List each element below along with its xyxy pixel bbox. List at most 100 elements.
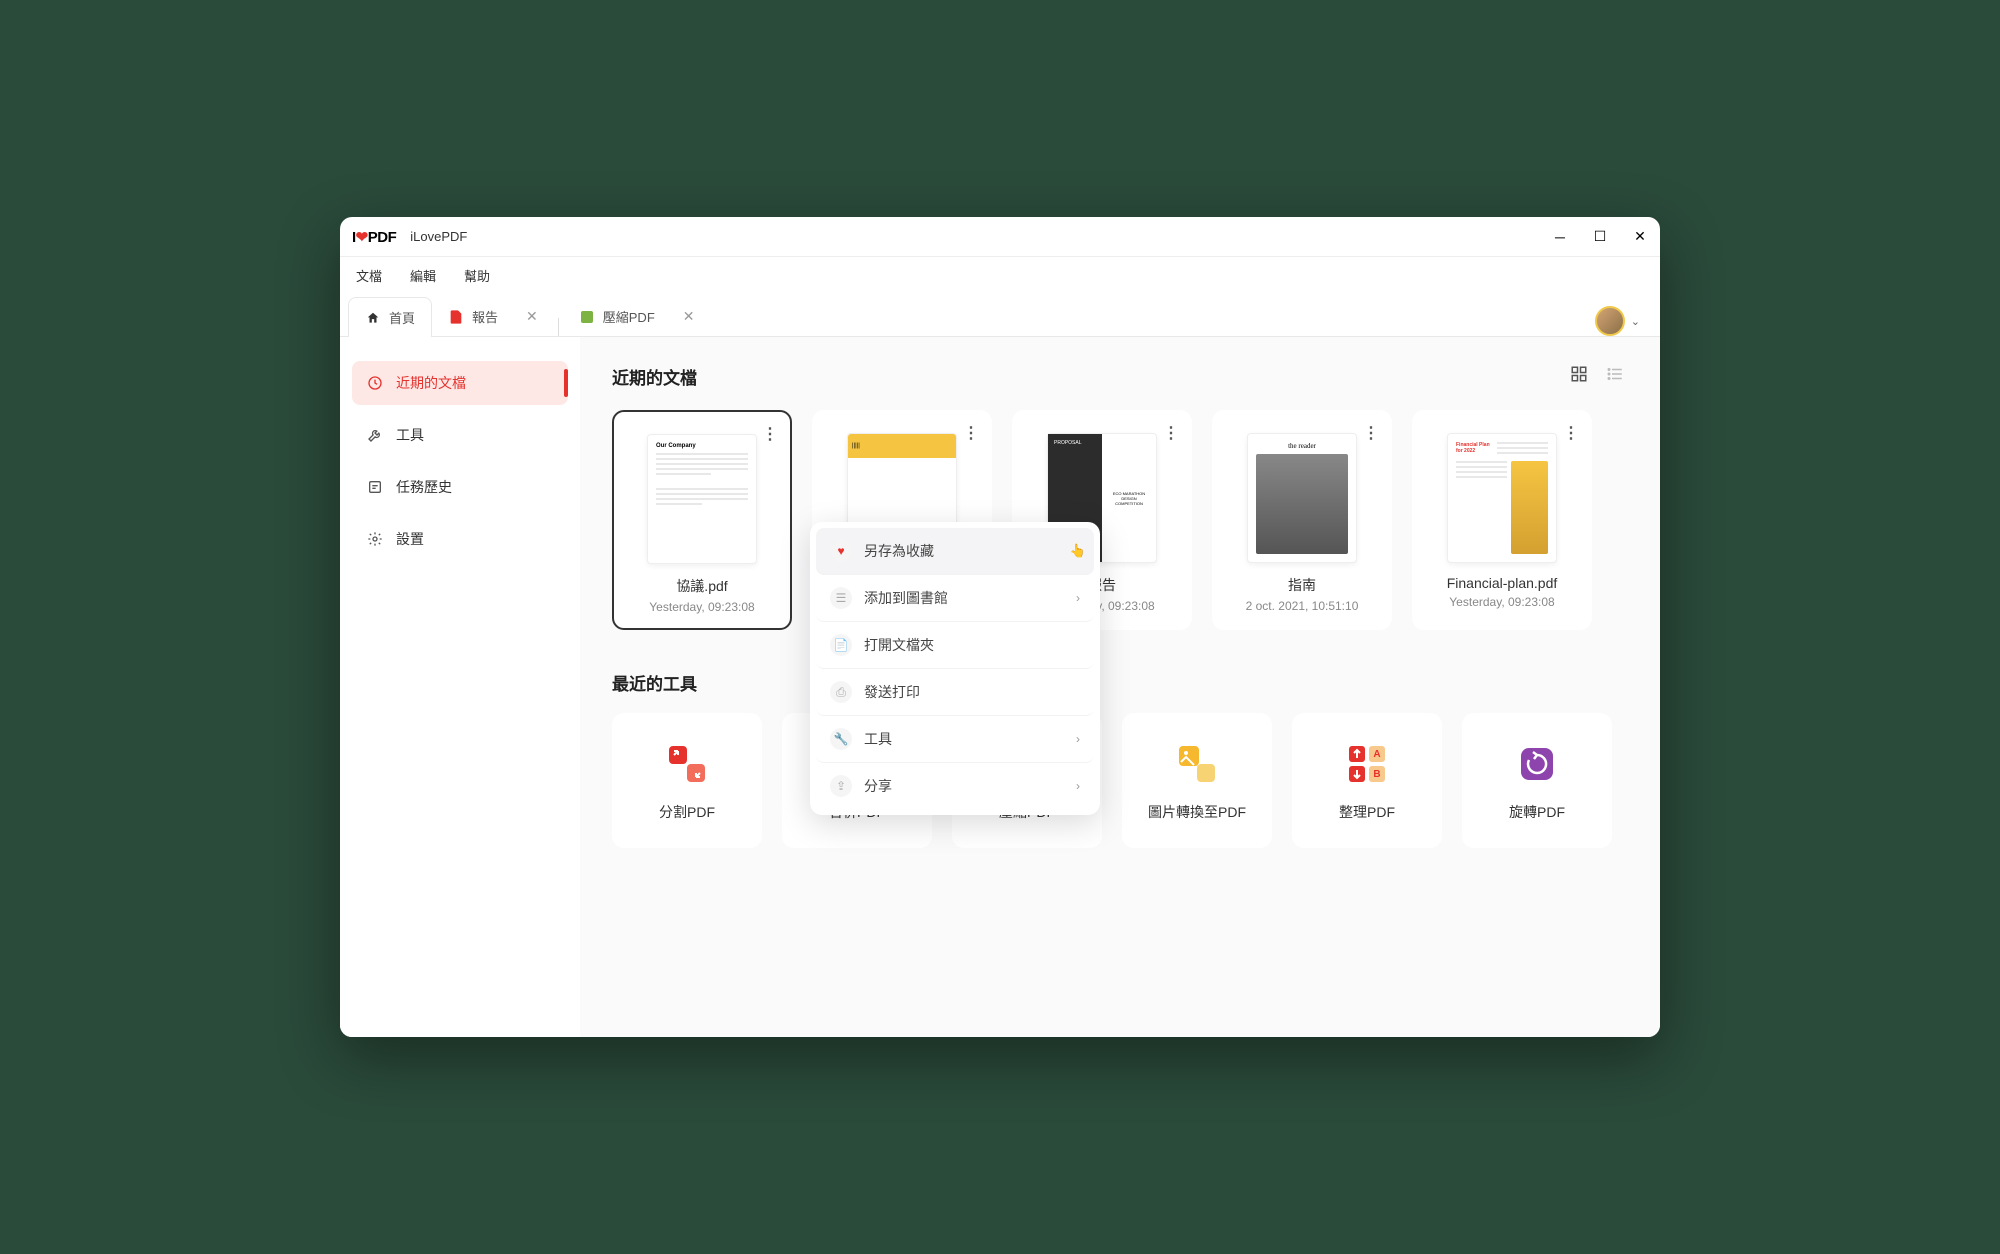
pdf-file-icon (448, 309, 464, 325)
tab-label: 壓縮PDF (603, 307, 655, 326)
context-print[interactable]: ⎙ 發送打印 (816, 669, 1094, 716)
library-icon: ☰ (830, 587, 852, 609)
document-thumbnail: Our Company (647, 434, 757, 564)
document-card[interactable]: ⋮ the reader 指南 2 oct. 2021, 10:51:10 (1212, 410, 1392, 630)
section-title: 最近的工具 (612, 670, 697, 695)
app-window: I❤PDF iLovePDF ─ ☐ ✕ 文檔 編輯 幫助 首頁 報告 ✕ (340, 217, 1660, 1037)
more-icon[interactable]: ⋮ (963, 423, 979, 443)
compress-icon (579, 309, 595, 325)
recent-tools: 分割PDF 合併PDF 壓縮PDF (612, 713, 1628, 848)
document-date: Yesterday, 09:23:08 (1427, 595, 1577, 609)
chevron-right-icon: › (1076, 779, 1080, 793)
context-menu: ♥ 另存為收藏 👆 ☰ 添加到圖書館 › 📄 打開文檔夾 ⎙ 發送打印 🔧 工具… (810, 522, 1100, 815)
more-icon[interactable]: ⋮ (1363, 423, 1379, 443)
app-name: iLovePDF (410, 229, 467, 244)
more-icon[interactable]: ⋮ (1163, 423, 1179, 443)
minimize-button[interactable]: ─ (1552, 229, 1568, 245)
tab-report[interactable]: 報告 ✕ (432, 297, 554, 336)
tab-home[interactable]: 首頁 (348, 297, 432, 337)
tab-label: 首頁 (389, 308, 415, 327)
clock-icon (366, 374, 384, 392)
rotate-icon (1513, 740, 1561, 788)
list-view-icon[interactable] (1602, 361, 1628, 392)
organize-icon: AB (1343, 740, 1391, 788)
document-name: 指南 (1227, 575, 1377, 595)
chevron-down-icon: ⌄ (1631, 315, 1640, 328)
section-title: 近期的文檔 (612, 364, 697, 389)
close-button[interactable]: ✕ (1632, 229, 1648, 245)
cursor-icon: 👆 (1070, 543, 1086, 559)
wrench-icon (366, 426, 384, 444)
sidebar-item-label: 設置 (396, 529, 424, 549)
more-icon[interactable]: ⋮ (762, 424, 778, 444)
document-date: Yesterday, 09:23:08 (628, 600, 776, 614)
section-header: 近期的文檔 (612, 361, 1628, 392)
share-icon: ⇪ (830, 775, 852, 797)
tool-rotate[interactable]: 旋轉PDF (1462, 713, 1612, 848)
maximize-button[interactable]: ☐ (1592, 229, 1608, 245)
sidebar-item-label: 任務歷史 (396, 477, 452, 497)
tab-label: 報告 (472, 307, 498, 326)
sidebar-item-label: 工具 (396, 425, 424, 445)
document-name: Financial-plan.pdf (1427, 575, 1577, 591)
user-menu[interactable]: ⌄ (1595, 306, 1652, 336)
context-share[interactable]: ⇪ 分享 › (816, 763, 1094, 809)
wrench-icon: 🔧 (830, 728, 852, 750)
menubar: 文檔 編輯 幫助 (340, 257, 1660, 293)
context-open-folder[interactable]: 📄 打開文檔夾 (816, 622, 1094, 669)
context-item-label: 另存為收藏 (864, 541, 934, 561)
grid-view-icon[interactable] (1566, 361, 1592, 392)
view-toggle (1566, 361, 1628, 392)
context-item-label: 添加到圖書館 (864, 588, 948, 608)
context-favorite[interactable]: ♥ 另存為收藏 👆 (816, 528, 1094, 575)
section-header: 最近的工具 (612, 670, 1628, 695)
context-tools[interactable]: 🔧 工具 › (816, 716, 1094, 763)
sidebar-item-label: 近期的文檔 (396, 373, 466, 393)
close-icon[interactable]: ✕ (683, 308, 695, 325)
main-content: 近期的文檔 ⋮ Our Company (580, 337, 1660, 1037)
heart-icon: ❤ (356, 229, 368, 246)
tool-image-to-pdf[interactable]: 圖片轉換至PDF (1122, 713, 1272, 848)
menu-help[interactable]: 幫助 (464, 266, 490, 285)
menu-edit[interactable]: 編輯 (410, 266, 436, 285)
tabbar: 首頁 報告 ✕ 壓縮PDF ✕ ⌄ (340, 293, 1660, 337)
document-thumbnail: the reader (1247, 433, 1357, 563)
svg-text:A: A (1373, 749, 1380, 760)
home-icon (365, 310, 381, 326)
tool-label: 分割PDF (659, 802, 715, 822)
tool-split[interactable]: 分割PDF (612, 713, 762, 848)
sidebar: 近期的文檔 工具 任務歷史 設置 (340, 337, 580, 1037)
close-icon[interactable]: ✕ (526, 308, 538, 325)
sidebar-item-history[interactable]: 任務歷史 (352, 465, 568, 509)
document-date: 2 oct. 2021, 10:51:10 (1227, 599, 1377, 613)
context-item-label: 打開文檔夾 (864, 635, 934, 655)
document-card[interactable]: ⋮ Our Company 協議.pdf Yesterday, 09:23:08 (612, 410, 792, 630)
tool-organize[interactable]: AB 整理PDF (1292, 713, 1442, 848)
sidebar-item-tools[interactable]: 工具 (352, 413, 568, 457)
document-thumbnail: Financial Plan for 2022 (1447, 433, 1557, 563)
chevron-right-icon: › (1076, 591, 1080, 605)
image-icon (1173, 740, 1221, 788)
app-logo: I❤PDF iLovePDF (352, 228, 467, 246)
sidebar-item-recent[interactable]: 近期的文檔 (352, 361, 568, 405)
window-controls: ─ ☐ ✕ (1552, 229, 1648, 245)
svg-text:B: B (1373, 769, 1380, 780)
more-icon[interactable]: ⋮ (1563, 423, 1579, 443)
document-card[interactable]: ⋮ Financial Plan for 2022 Financial-plan… (1412, 410, 1592, 630)
context-item-label: 發送打印 (864, 682, 920, 702)
menu-file[interactable]: 文檔 (356, 266, 382, 285)
heart-icon: ♥ (830, 540, 852, 562)
folder-icon: 📄 (830, 634, 852, 656)
history-icon (366, 478, 384, 496)
recent-documents: ⋮ Our Company 協議.pdf Yesterday, 09:23:08… (612, 410, 1628, 630)
split-icon (663, 740, 711, 788)
titlebar: I❤PDF iLovePDF ─ ☐ ✕ (340, 217, 1660, 257)
gear-icon (366, 530, 384, 548)
sidebar-item-settings[interactable]: 設置 (352, 517, 568, 561)
tab-compress[interactable]: 壓縮PDF ✕ (563, 297, 711, 336)
document-name: 協議.pdf (628, 576, 776, 596)
context-item-label: 分享 (864, 776, 892, 796)
avatar (1595, 306, 1625, 336)
context-library[interactable]: ☰ 添加到圖書館 › (816, 575, 1094, 622)
tab-separator (558, 318, 559, 336)
